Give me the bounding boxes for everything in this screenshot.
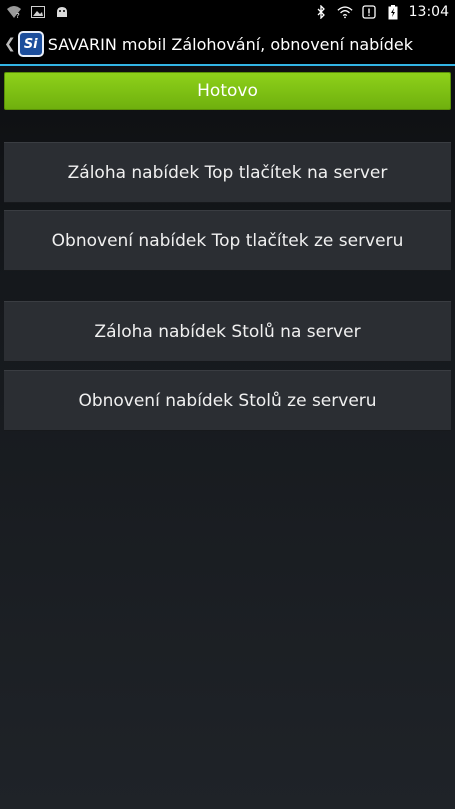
android-icon xyxy=(54,4,70,20)
status-right-icons: 13:04 xyxy=(313,4,449,20)
app-logo[interactable]: Si xyxy=(17,31,44,57)
done-button[interactable]: Hotovo xyxy=(4,72,451,110)
svg-text:?: ? xyxy=(16,12,20,19)
restore-top-buttons-button[interactable]: Obnovení nabídek Top tlačítek ze serveru xyxy=(4,210,451,271)
image-icon xyxy=(30,4,46,20)
bluetooth-icon xyxy=(313,4,329,20)
battery-charging-icon xyxy=(385,4,401,20)
status-bar: ? 13:04 xyxy=(0,0,455,24)
backup-top-buttons-button[interactable]: Záloha nabídek Top tlačítek na server xyxy=(4,142,451,203)
wifi-question-icon: ? xyxy=(6,4,22,20)
restore-tables-button[interactable]: Obnovení nabídek Stolů ze serveru xyxy=(4,370,451,431)
page-title: SAVARIN mobil Zálohování, obnovení nabíd… xyxy=(47,34,414,54)
action-bar: ❮ Si SAVARIN mobil Zálohování, obnovení … xyxy=(0,24,455,66)
app-logo-text: Si xyxy=(23,36,38,52)
alert-icon xyxy=(361,4,377,20)
backup-tables-button[interactable]: Záloha nabídek Stolů na server xyxy=(4,301,451,362)
wifi-icon xyxy=(337,4,353,20)
up-navigation-icon[interactable]: ❮ xyxy=(4,36,16,52)
status-left-icons: ? xyxy=(6,4,70,20)
clock-time: 13:04 xyxy=(408,4,449,20)
